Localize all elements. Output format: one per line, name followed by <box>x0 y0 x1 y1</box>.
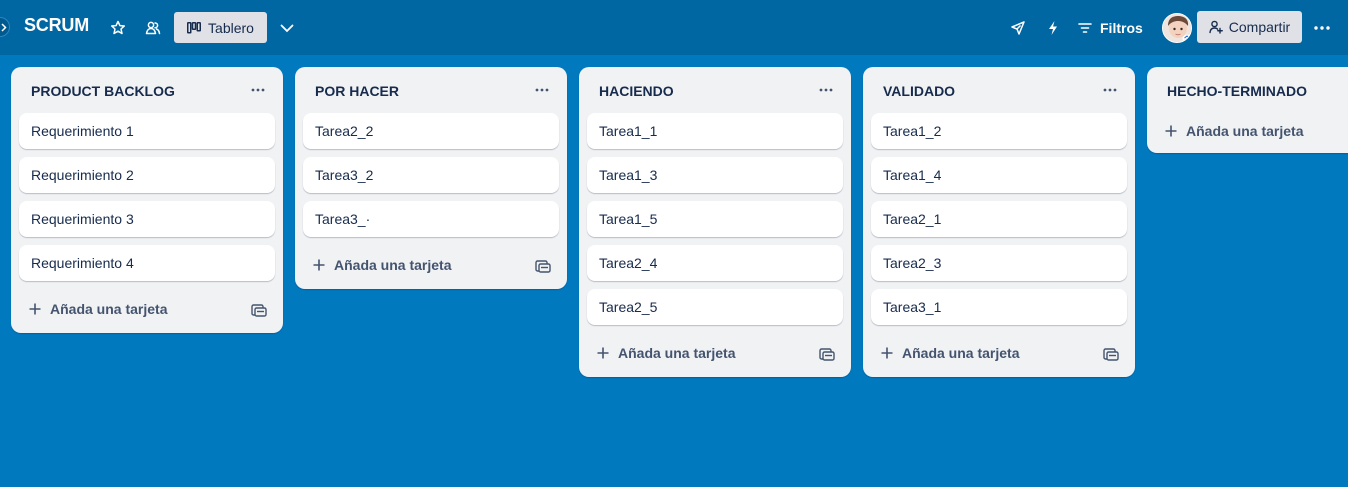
list-title[interactable]: HECHO-TERMINADO <box>1167 83 1307 99</box>
plus-icon <box>29 303 41 315</box>
list-header[interactable]: VALIDADO <box>863 67 1135 113</box>
filters-label: Filtros <box>1100 20 1143 36</box>
board-title[interactable]: SCRUM <box>24 15 89 36</box>
board-view-label: Tablero <box>208 19 254 36</box>
card-list: Tarea2_2 Tarea3_2 Tarea3_· <box>295 113 567 237</box>
workspace-visibility-icon <box>145 21 161 35</box>
list-menu-button[interactable] <box>531 79 553 101</box>
more-icon <box>535 88 549 92</box>
filter-icon <box>1078 23 1092 33</box>
add-card-label: Añada una tarjeta <box>1186 123 1304 139</box>
card-list: Requerimiento 1 Requerimiento 2 Requerim… <box>11 113 283 281</box>
filters-button[interactable]: Filtros <box>1078 14 1143 42</box>
add-card-button[interactable]: Añada una tarjeta <box>313 257 451 273</box>
card-list: Tarea1_2 Tarea1_4 Tarea2_1 Tarea2_3 Tare… <box>863 113 1135 325</box>
plus-icon <box>597 347 609 359</box>
card-template-icon[interactable] <box>251 302 267 318</box>
card[interactable]: Tarea1_3 <box>587 157 843 193</box>
user-photo <box>1163 14 1191 42</box>
card[interactable]: Tarea3_2 <box>303 157 559 193</box>
add-card-label: Añada una tarjeta <box>50 301 168 317</box>
add-person-icon <box>1209 20 1223 34</box>
lightning-icon <box>1049 21 1057 35</box>
card[interactable]: Tarea2_1 <box>871 201 1127 237</box>
list-header[interactable]: HECHO-TERMINADO <box>1147 67 1348 113</box>
add-card-label: Añada una tarjeta <box>334 257 452 273</box>
card[interactable]: Tarea1_1 <box>587 113 843 149</box>
card[interactable]: Requerimiento 1 <box>19 113 275 149</box>
board-view-button[interactable]: Tablero <box>174 12 267 43</box>
list-title[interactable]: VALIDADO <box>883 83 955 99</box>
add-card-button[interactable]: Añada una tarjeta <box>881 345 1019 361</box>
card[interactable]: Tarea2_5 <box>587 289 843 325</box>
list-menu-button[interactable] <box>247 79 269 101</box>
card[interactable]: Tarea3_· <box>303 201 559 237</box>
more-icon <box>251 88 265 92</box>
card-template-icon[interactable] <box>535 258 551 274</box>
list-validado: VALIDADO Tarea1_2 Tarea1_4 Tarea2_1 Tare… <box>863 67 1135 377</box>
card[interactable]: Tarea1_4 <box>871 157 1127 193</box>
plus-icon <box>1165 125 1177 137</box>
power-ups-button[interactable] <box>1004 14 1032 42</box>
list-footer: Añada una tarjeta <box>11 289 283 333</box>
list-product-backlog: PRODUCT BACKLOG Requerimiento 1 Requerim… <box>11 67 283 333</box>
list-footer: Añada una tarjeta <box>863 333 1135 377</box>
sidebar-toggle-button[interactable] <box>0 17 10 37</box>
add-card-button[interactable]: Añada una tarjeta <box>1165 123 1303 139</box>
add-card-button[interactable]: Añada una tarjeta <box>597 345 735 361</box>
list-title[interactable]: PRODUCT BACKLOG <box>31 83 175 99</box>
card[interactable]: Tarea2_4 <box>587 245 843 281</box>
card[interactable]: Tarea2_3 <box>871 245 1127 281</box>
card[interactable]: Tarea1_2 <box>871 113 1127 149</box>
board-view-icon <box>187 21 202 33</box>
list-menu-button[interactable] <box>1099 79 1121 101</box>
card[interactable]: Tarea3_1 <box>871 289 1127 325</box>
chevron-down-icon <box>280 24 294 32</box>
plus-icon <box>313 259 325 271</box>
more-icon <box>1314 26 1330 30</box>
list-title[interactable]: HACIENDO <box>599 83 674 99</box>
list-header[interactable]: HACIENDO <box>579 67 851 113</box>
add-card-button[interactable]: Añada una tarjeta <box>29 301 167 317</box>
star-board-button[interactable] <box>104 14 132 42</box>
add-card-label: Añada una tarjeta <box>618 345 736 361</box>
board-menu-button[interactable] <box>1308 14 1336 42</box>
list-hecho-terminado: HECHO-TERMINADO Añada una tarjeta <box>1147 67 1348 153</box>
list-header[interactable]: POR HACER <box>295 67 567 113</box>
card-template-icon[interactable] <box>1103 346 1119 362</box>
view-switcher-button[interactable] <box>273 14 301 42</box>
list-header[interactable]: PRODUCT BACKLOG <box>11 67 283 113</box>
rocket-icon <box>1011 21 1025 35</box>
board-header: SCRUM Tablero Filtros Compartir <box>0 0 1348 55</box>
list-footer: Añada una tarjeta <box>295 245 567 289</box>
card[interactable]: Tarea1_5 <box>587 201 843 237</box>
list-footer: Añada una tarjeta <box>579 333 851 377</box>
visibility-button[interactable] <box>139 14 167 42</box>
card-list: Tarea1_1 Tarea1_3 Tarea1_5 Tarea2_4 Tare… <box>579 113 851 325</box>
star-icon <box>110 20 126 35</box>
card[interactable]: Tarea2_2 <box>303 113 559 149</box>
card[interactable]: Requerimiento 4 <box>19 245 275 281</box>
card-template-icon[interactable] <box>819 346 835 362</box>
share-button[interactable]: Compartir <box>1197 11 1302 43</box>
list-title[interactable]: POR HACER <box>315 83 399 99</box>
card[interactable]: Requerimiento 3 <box>19 201 275 237</box>
list-footer: Añada una tarjeta <box>1147 111 1348 153</box>
list-por-hacer: POR HACER Tarea2_2 Tarea3_2 Tarea3_· Aña… <box>295 67 567 289</box>
list-menu-button[interactable] <box>815 79 837 101</box>
plus-icon <box>881 347 893 359</box>
add-card-label: Añada una tarjeta <box>902 345 1020 361</box>
avatar[interactable] <box>1162 13 1192 43</box>
automation-button[interactable] <box>1039 14 1067 42</box>
more-icon <box>1103 88 1117 92</box>
card[interactable]: Requerimiento 2 <box>19 157 275 193</box>
more-icon <box>819 88 833 92</box>
share-label: Compartir <box>1228 19 1291 35</box>
list-haciendo: HACIENDO Tarea1_1 Tarea1_3 Tarea1_5 Tare… <box>579 67 851 377</box>
chevron-right-icon <box>1 23 7 32</box>
